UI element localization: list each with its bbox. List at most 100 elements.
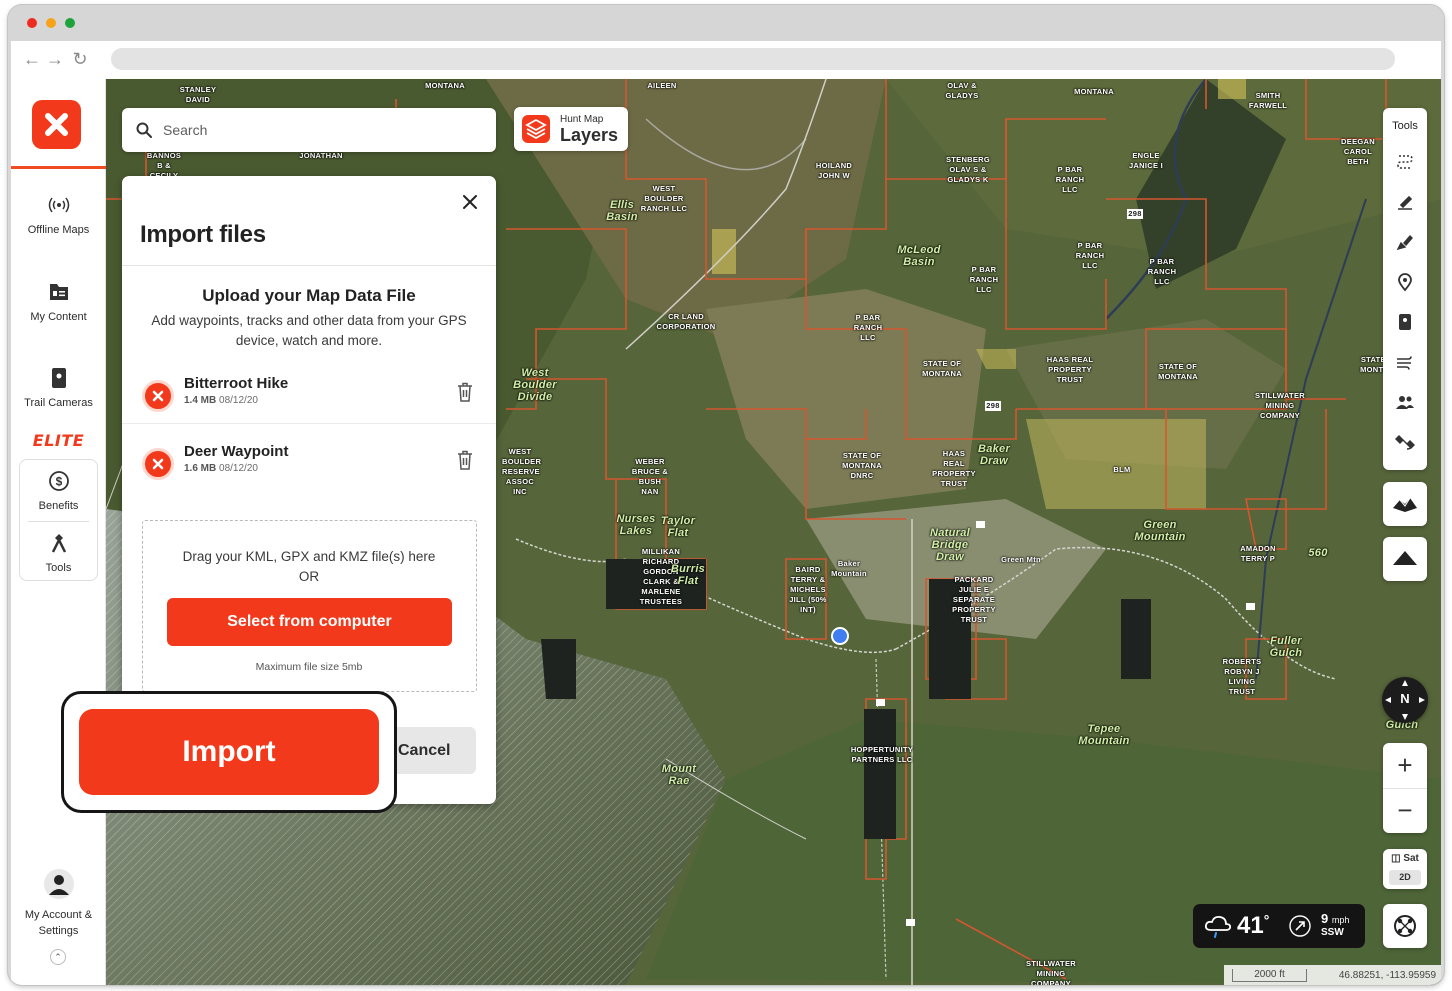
map-label: AILEEN: [647, 81, 677, 90]
title-bar: [8, 5, 1444, 41]
satellite-icon[interactable]: [1395, 432, 1415, 452]
zoom-controls: + −: [1383, 743, 1427, 833]
map-label: STILLWATER MINING COMPANY: [1026, 959, 1076, 985]
browser-window: ← → ↻ Offline Maps My Content Trail Came…: [8, 5, 1444, 985]
file-name: Bitterroot Hike: [184, 375, 289, 392]
map-tools-panel: Tools: [1383, 108, 1427, 470]
reload-icon[interactable]: ↻: [71, 50, 89, 68]
wind-direction-icon: [1289, 915, 1311, 937]
map-label: P BAR RANCH LLC: [1075, 241, 1105, 270]
sidebar-item-label: Tools: [45, 562, 72, 574]
max-file-size-note: Maximum file size 5mb: [255, 661, 363, 673]
minimize-window-button[interactable]: [46, 18, 56, 28]
map-label: BAIRD TERRY & MICHELS JILL (50% INT): [789, 565, 827, 614]
map-label: HAAS REAL PROPERTY TRUST: [932, 449, 976, 488]
map-label: WEBER BRUCE & BUSH NAN: [631, 457, 669, 496]
import-button[interactable]: Import: [79, 709, 379, 795]
trail-camera-icon: [51, 368, 66, 388]
sidebar-item-tools[interactable]: Tools: [11, 532, 106, 574]
divider: [122, 265, 496, 266]
import-highlight-frame: Import: [61, 691, 397, 813]
map-label: ENGLE JANICE I: [1128, 151, 1164, 170]
map-label: P BAR RANCH LLC: [1147, 257, 1177, 286]
waypoint-pin-icon[interactable]: [1395, 272, 1415, 292]
trash-icon[interactable]: [455, 381, 475, 403]
map-coordinates: 46.88251, -113.95959: [1338, 970, 1436, 981]
map-label: STANLEY DAVID: [179, 85, 217, 104]
map-label: Nurses Lakes: [616, 513, 656, 537]
wind-unit: mph: [1331, 915, 1350, 925]
map-label: STATE OF MONTANA: [922, 359, 962, 378]
share-button[interactable]: [1383, 904, 1427, 948]
3d-terrain-button[interactable]: [1383, 482, 1427, 526]
terrain-mode-button[interactable]: [1383, 537, 1427, 581]
compass-button[interactable]: N: [1382, 677, 1428, 723]
forward-arrow-icon[interactable]: →: [46, 50, 64, 68]
trail-camera-icon[interactable]: [1395, 312, 1415, 332]
dollar-icon: $: [48, 471, 69, 491]
sidebar-item-label: Benefits: [38, 500, 79, 512]
tools-icon: [51, 534, 66, 553]
map-label: Taylor Flat: [660, 515, 696, 539]
map-label: STATE OF MONTANA: [1158, 362, 1198, 381]
file-meta: 1.6 MB 08/12/20: [184, 463, 258, 474]
wind-icon[interactable]: [1395, 352, 1415, 372]
search-input[interactable]: Search: [163, 122, 207, 138]
file-date: 08/12/20: [219, 395, 258, 406]
map-label: BLM: [1113, 465, 1131, 474]
map-label: Baker Draw: [977, 443, 1011, 467]
map-label: Mount Rae: [661, 763, 697, 787]
map-view[interactable]: STANLEY DAVID MONTANA AILEEN OLAV & GLAD…: [106, 79, 1441, 985]
basemap-name: Sat: [1403, 853, 1419, 864]
file-drop-zone[interactable]: Drag your KML, GPX and KMZ file(s) here …: [142, 520, 477, 692]
sidebar-item-offline-maps[interactable]: Offline Maps: [11, 194, 106, 236]
file-date: 08/12/20: [219, 463, 258, 474]
chevron-up-icon[interactable]: ⌃: [50, 949, 66, 965]
group-icon[interactable]: [1395, 392, 1415, 412]
zoom-out-button[interactable]: −: [1383, 788, 1427, 833]
back-arrow-icon[interactable]: ←: [23, 50, 41, 68]
trash-icon[interactable]: [455, 449, 475, 471]
close-window-button[interactable]: [27, 18, 37, 28]
onx-logo[interactable]: [32, 100, 81, 149]
draw-line-icon[interactable]: [1395, 192, 1415, 212]
basemap-label: ◫ Sat: [1391, 853, 1419, 864]
road-shield: 298: [1127, 209, 1143, 219]
url-bar[interactable]: [111, 48, 1395, 70]
route-icon[interactable]: [1395, 152, 1415, 172]
file-row: Bitterroot Hike 1.4 MB 08/12/20: [122, 366, 496, 432]
maximize-window-button[interactable]: [65, 18, 75, 28]
temperature: 41°: [1237, 912, 1269, 940]
logo-area: [11, 79, 106, 169]
upload-description: Add waypoints, tracks and other data fro…: [151, 313, 467, 348]
sidebar-item-trail-cameras[interactable]: Trail Cameras: [11, 367, 106, 409]
map-label: WEST BOULDER RESERVE ASSOC INC: [502, 447, 542, 496]
map-label: MONTANA: [425, 81, 465, 90]
app-sidebar: Offline Maps My Content Trail Cameras EL…: [11, 79, 106, 985]
select-from-computer-button[interactable]: Select from computer: [167, 598, 452, 646]
file-meta: 1.4 MB 08/12/20: [184, 395, 258, 406]
degree-symbol: °: [1263, 912, 1270, 928]
hunt-map-layers-button[interactable]: Hunt Map Layers: [514, 107, 628, 151]
my-content-icon: [49, 284, 68, 300]
map-label: STATE OF MONTANA DNRC: [842, 451, 882, 480]
search-bar[interactable]: Search: [122, 108, 496, 152]
close-icon[interactable]: [458, 190, 482, 214]
sidebar-item-my-content[interactable]: My Content: [11, 281, 106, 323]
zoom-in-button[interactable]: +: [1383, 743, 1427, 788]
sidebar-item-benefits[interactable]: $ Benefits: [11, 470, 106, 512]
map-label: P BAR RANCH LLC: [969, 265, 999, 294]
basemap-toggle-button[interactable]: ◫ Sat 2D: [1383, 849, 1427, 889]
map-label: HOILAND JOHN W: [815, 161, 853, 180]
map-label: SMITH FARWELL: [1248, 91, 1288, 110]
weather-widget[interactable]: 41° 9 mph SSW: [1193, 904, 1365, 948]
draw-shape-icon[interactable]: [1395, 232, 1415, 252]
map-label: OLAV & GLADYS: [945, 81, 979, 100]
map-label: P BAR RANCH LLC: [853, 313, 883, 342]
map-label: ROBERTS ROBYN J LIVING TRUST: [1222, 657, 1262, 696]
map-label: Ellis Basin: [606, 199, 638, 223]
upload-title: Upload your Map Data File: [202, 286, 416, 305]
sidebar-item-account[interactable]: My Account & Settings: [11, 869, 106, 939]
temperature-value: 41: [1237, 912, 1264, 939]
road-shield: 298: [985, 401, 1001, 411]
